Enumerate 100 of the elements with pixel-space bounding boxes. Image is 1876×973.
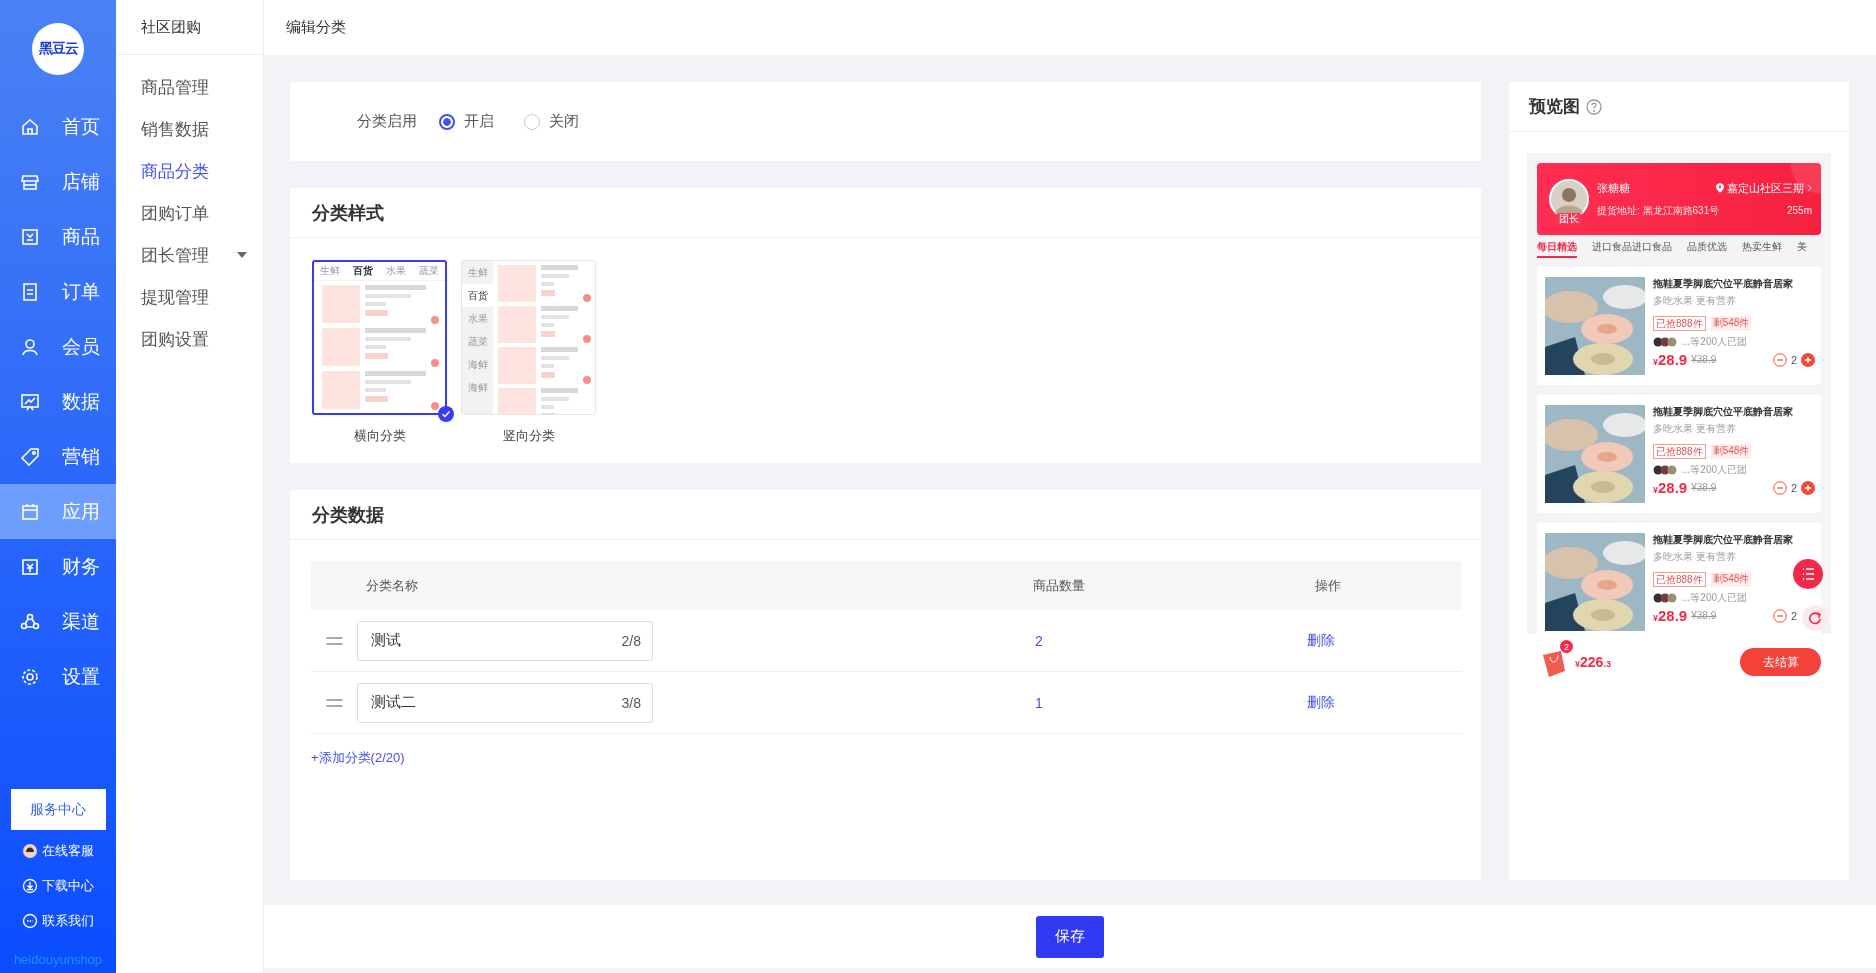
cart-badge: 2 (1560, 640, 1573, 653)
mini-tab-label: 蔬菜 (418, 264, 439, 278)
category-tab[interactable]: 品质优选 (1687, 240, 1727, 258)
subnav-item[interactable]: 团购设置 (116, 318, 263, 360)
distance: 255m (1787, 205, 1812, 216)
category-tab[interactable]: 热卖生鲜 (1742, 240, 1782, 258)
caret-icon (237, 252, 247, 258)
radio-button[interactable] (439, 113, 455, 130)
mini-tab-label: 百货 (462, 284, 493, 307)
subnav-item[interactable]: 商品分类 (116, 150, 263, 192)
mini-tab-label: 水果 (385, 264, 406, 278)
sidebar-link[interactable]: 在线客服 (22, 842, 94, 860)
column-header: 操作 (1313, 576, 1342, 595)
help-icon[interactable] (1586, 98, 1602, 115)
logo: 黑豆云 (32, 23, 84, 75)
panel-title: 预览图 (1529, 96, 1580, 118)
radio-option[interactable]: 开启 (439, 112, 494, 131)
sold-tag: 已抢888件 (1653, 572, 1706, 587)
input-value: 测试 (371, 631, 401, 650)
stock-tag: 剩548件 (1710, 444, 1752, 459)
settings-icon (20, 666, 40, 687)
input-field[interactable]: 测试 2/8 (357, 620, 653, 661)
location-link[interactable]: 嘉定山社区三期 (1716, 180, 1812, 196)
nav-item[interactable]: 会员 (0, 319, 116, 374)
stock-tag: 剩548件 (1710, 316, 1752, 331)
nav-item[interactable]: 数据 (0, 374, 116, 429)
style-label: 横向分类 (353, 427, 406, 445)
sidebar-link[interactable]: 下载中心 (22, 877, 94, 895)
avatar-group-icon (1653, 337, 1679, 347)
cart-total: ¥226.3 (1575, 654, 1611, 670)
group-count: ...等200人已团 (1682, 335, 1748, 349)
mini-tab-label: 海鲜 (466, 380, 489, 395)
download-icon (22, 878, 38, 894)
user-icon (20, 336, 40, 357)
check-icon (438, 406, 454, 422)
chart-icon (20, 391, 40, 412)
nav-item[interactable]: 渠道 (0, 594, 116, 649)
refresh-button[interactable] (1802, 605, 1828, 631)
category-tab[interactable]: 美 (1797, 240, 1807, 258)
section-title: 分类样式 (290, 188, 1481, 238)
page-title: 编辑分类 (286, 18, 346, 37)
character-counter: 2/8 (621, 632, 641, 649)
style-label: 竖向分类 (502, 427, 555, 445)
pin-icon (1716, 183, 1724, 193)
minus-button[interactable] (1772, 480, 1787, 495)
subnav-item[interactable]: 销售数据 (116, 108, 263, 150)
nav-item[interactable]: 设置 (0, 649, 116, 704)
mini-tab-label: 生鲜 (320, 264, 341, 278)
delete-link[interactable]: 删除 (1307, 693, 1335, 710)
nav-item[interactable]: 订单 (0, 264, 116, 319)
subnav-item[interactable]: 商品管理 (116, 66, 263, 108)
wallet-icon (20, 556, 40, 577)
price: ¥28.9 (1653, 479, 1688, 496)
price: ¥28.9 (1653, 607, 1688, 624)
drag-handle-icon[interactable] (325, 636, 344, 645)
network-icon (20, 611, 40, 632)
product-title: 拖鞋夏季脚底穴位平底静音居家 (1653, 533, 1794, 547)
nav-item[interactable]: 首页 (0, 99, 116, 154)
sold-tag: 已抢888件 (1653, 444, 1706, 459)
drag-handle-icon[interactable] (325, 698, 344, 707)
category-tab[interactable]: 每日精选 (1537, 240, 1577, 258)
subnav-item[interactable]: 提现管理 (116, 276, 263, 318)
plus-button[interactable] (1801, 352, 1815, 367)
stock-tag: 剩548件 (1710, 572, 1752, 587)
mini-tab-label: 生鲜 (466, 265, 489, 280)
category-tab[interactable]: 进口食品进口食品 (1592, 240, 1672, 258)
document-icon (20, 281, 40, 302)
minus-button[interactable] (1772, 352, 1787, 367)
mini-tab-label: 水果 (466, 311, 489, 326)
nav-item[interactable]: 商品 (0, 209, 116, 264)
minus-button[interactable] (1772, 608, 1787, 623)
service-center-button[interactable]: 服务中心 (10, 789, 106, 830)
product-title: 拖鞋夏季脚底穴位平底静音居家 (1653, 277, 1794, 291)
mini-tab-label: 百货 (353, 264, 374, 278)
style-option[interactable]: 生鲜 百货 水果 蔬菜 海鲜 海鲜 (461, 260, 596, 415)
checkout-button[interactable]: 去结算 (1740, 648, 1821, 676)
input-value: 测试二 (371, 693, 416, 712)
leader-badge: 团长 (1556, 213, 1582, 225)
group-count: ...等200人已团 (1682, 463, 1748, 477)
subnav-item[interactable]: 团购订单 (116, 192, 263, 234)
product-title: 拖鞋夏季脚底穴位平底静音居家 (1653, 405, 1794, 419)
save-button[interactable]: 保存 (1036, 915, 1104, 958)
nav-item[interactable]: 财务 (0, 539, 116, 594)
subnav-item[interactable]: 团长管理 (116, 234, 263, 276)
style-option[interactable]: 生鲜 百货 水果 蔬菜 (312, 260, 447, 415)
plus-button[interactable] (1801, 480, 1815, 495)
list-button[interactable] (1793, 559, 1823, 589)
add-category-link[interactable]: +添加分类(2/20) (311, 749, 405, 767)
original-price: ¥38.9 (1691, 354, 1717, 365)
nav-item[interactable]: 店铺 (0, 154, 116, 209)
sidebar-link[interactable]: 联系我们 (22, 912, 94, 930)
product-subtitle: 多吃水果 更有营养 (1653, 294, 1737, 308)
avatar-group-icon (1653, 593, 1679, 603)
nav-item[interactable]: 营销 (0, 429, 116, 484)
input-field[interactable]: 测试二 3/8 (357, 682, 653, 723)
radio-option[interactable]: 关闭 (524, 112, 579, 131)
price: ¥28.9 (1653, 351, 1688, 368)
pickup-address: 提货地址: 黑龙江南路631号 (1597, 203, 1720, 218)
box-icon (20, 226, 40, 247)
delete-link[interactable]: 删除 (1307, 631, 1335, 648)
